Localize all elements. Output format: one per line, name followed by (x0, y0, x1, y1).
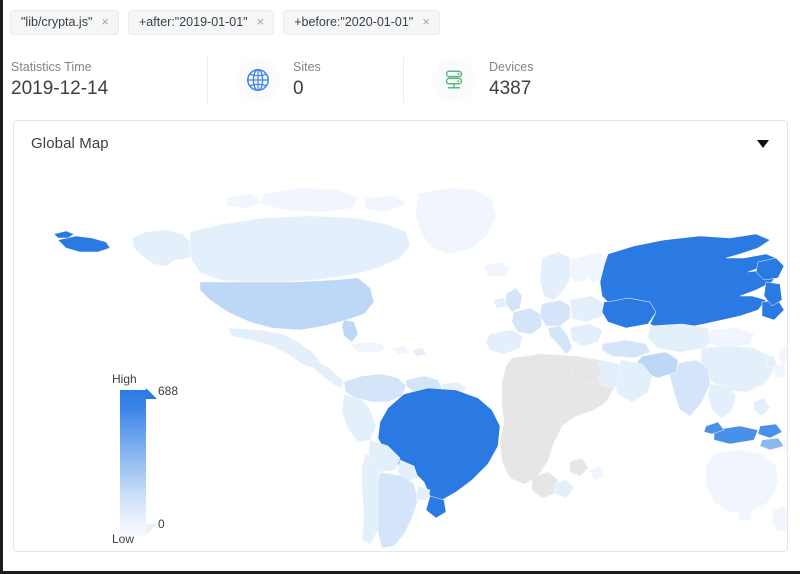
stat-value: 0 (293, 77, 321, 101)
stat-label: Statistics Time (11, 59, 108, 76)
filter-chip-label: +after:"2019-01-01" (139, 14, 248, 30)
close-icon[interactable]: × (101, 16, 109, 28)
stat-sites: Sites 0 (207, 57, 403, 103)
server-icon (432, 58, 476, 102)
global-map-card: Global Map .nd { fill:#e6e6e6; stroke:#f… (13, 120, 788, 552)
chevron-down-icon[interactable] (757, 140, 769, 148)
stat-value: 4387 (489, 77, 533, 101)
filter-chip[interactable]: "lib/crypta.js" × (10, 10, 119, 35)
filter-chip[interactable]: +after:"2019-01-01" × (128, 10, 274, 35)
legend-max-marker-icon (146, 388, 157, 399)
close-icon[interactable]: × (422, 16, 430, 28)
legend-min-value: 0 (158, 517, 165, 531)
legend-high-label: High (112, 372, 137, 386)
map-legend: High 688 0 Low (112, 372, 192, 547)
filter-chip-label: "lib/crypta.js" (21, 14, 92, 30)
legend-low-label: Low (112, 532, 134, 546)
stat-label: Sites (293, 59, 321, 76)
world-map[interactable]: .nd { fill:#e6e6e6; stroke:#f4f4f4; stro… (14, 166, 787, 551)
globe-icon (236, 58, 280, 102)
legend-min-marker-icon (146, 524, 157, 535)
stat-label: Devices (489, 59, 533, 76)
filter-chip-bar: "lib/crypta.js" × +after:"2019-01-01" × … (3, 0, 800, 43)
stat-devices: Devices 4387 (403, 57, 623, 103)
app-root: "lib/crypta.js" × +after:"2019-01-01" × … (3, 0, 800, 571)
page-title: Global Map (31, 135, 109, 152)
close-icon[interactable]: × (257, 16, 265, 28)
filter-chip[interactable]: +before:"2020-01-01" × (283, 10, 440, 35)
stat-value: 2019-12-14 (11, 77, 108, 101)
filter-chip-label: +before:"2020-01-01" (294, 14, 413, 30)
stat-statistics-time: Statistics Time 2019-12-14 (11, 57, 207, 103)
legend-gradient-bar (120, 390, 146, 536)
legend-max-value: 688 (158, 384, 178, 398)
statistics-bar: Statistics Time 2019-12-14 Sites 0 (3, 49, 800, 111)
